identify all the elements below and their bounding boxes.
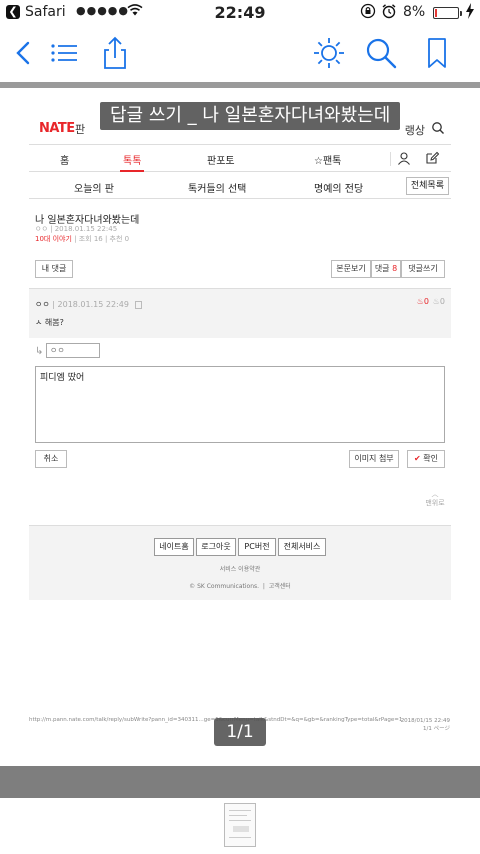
reader-toolbar xyxy=(0,26,480,82)
sub-tab-today[interactable]: 오늘의 판 xyxy=(74,180,114,195)
comment-date: 2018.01.15 22:49 xyxy=(57,300,129,309)
footer-copyright-row: © SK Communications. | 고객센터 xyxy=(189,583,291,590)
post-recommends: 추천 0 xyxy=(109,235,130,243)
all-list-button[interactable]: 전체목록 xyxy=(405,177,449,195)
search-icon[interactable] xyxy=(431,120,445,134)
page-thumbnail[interactable] xyxy=(224,803,256,847)
write-icon[interactable] xyxy=(425,151,440,165)
header-right-link[interactable]: 랭상 xyxy=(405,122,425,138)
active-tab-indicator xyxy=(120,170,144,172)
comments-label: 댓글 xyxy=(374,264,390,273)
comments-button[interactable]: 댓글 8 xyxy=(371,260,401,278)
rotation-lock-icon xyxy=(360,3,376,23)
reply-arrow-icon: ↳ xyxy=(35,346,44,357)
my-comments-button[interactable]: 내 댓글 xyxy=(35,260,73,278)
tab-pannphoto[interactable]: 판포토 xyxy=(207,152,235,167)
comment-author: ㅇㅇ xyxy=(35,300,50,309)
chevron-left-icon[interactable] xyxy=(4,34,42,72)
tab-home[interactable]: 홈 xyxy=(60,152,69,167)
report-icon[interactable] xyxy=(135,300,143,309)
chevron-up-icon: ︿ xyxy=(431,490,439,498)
pdf-title-overlay: 답글 쓰기 _ 나 일본혼자다녀와봤는데 xyxy=(100,102,401,130)
battery-icon xyxy=(433,7,462,19)
page-indicator: 1/1 xyxy=(214,718,266,746)
list-icon[interactable] xyxy=(44,34,82,72)
like-count: 0 xyxy=(423,297,429,306)
print-date-value: 2018/01/15 22:49 xyxy=(400,718,450,724)
search-icon[interactable] xyxy=(362,34,400,72)
cancel-button[interactable]: 취소 xyxy=(35,450,67,468)
divider xyxy=(0,766,480,798)
comment-item: ㅇㅇ | 2018.01.15 22:49 ㅅ 해봄? ♨0 ♨0 xyxy=(29,288,451,338)
comments-count: 8 xyxy=(392,264,398,273)
footer-terms[interactable]: 서비스 이용약관 xyxy=(29,564,451,573)
post-stats: 10대 이야기 | 조회 16 | 추천 0 xyxy=(35,235,130,243)
bookmark-icon[interactable] xyxy=(418,34,456,72)
confirm-button[interactable]: ✔ 확인 xyxy=(407,450,445,468)
footer-support[interactable]: 고객센터 xyxy=(269,583,291,590)
nickname-field[interactable]: ㅇㅇ xyxy=(46,343,100,358)
print-page-of: 1/1 ページ xyxy=(423,726,450,732)
tab-talk[interactable]: 톡톡 xyxy=(123,152,141,167)
reply-textarea[interactable]: 피디엠 땄어 xyxy=(35,366,445,443)
site-footer: 네이트홈 로그아웃 PC버전 전체서비스 서비스 이용약관 © SK Commu… xyxy=(29,525,451,600)
printed-page: NATE 판 랭상 홈 톡톡 판포토 ☆팬톡 오늘의 판 톡커들의 선택 명예의… xyxy=(29,100,451,600)
main-nav: 홈 톡톡 판포토 ☆팬톡 xyxy=(29,144,451,172)
sub-tab-hall-of-fame[interactable]: 명예의 전당 xyxy=(314,180,363,195)
print-date: 2018/01/15 22:49 1/1 ページ xyxy=(401,717,450,733)
dislike-button[interactable]: ♨0 xyxy=(433,297,445,306)
view-original-button[interactable]: 본문보기 xyxy=(331,260,371,278)
alarm-icon xyxy=(381,3,397,23)
post-category[interactable]: 10대 이야기 xyxy=(35,235,72,243)
footer-nate-home[interactable]: 네이트홈 xyxy=(154,538,194,556)
sub-nav: 오늘의 판 톡커들의 선택 명예의 전당 전체목록 xyxy=(29,173,451,199)
footer-logout[interactable]: 로그아웃 xyxy=(196,538,236,556)
tab-fantalk[interactable]: ☆팬톡 xyxy=(314,152,341,167)
share-icon[interactable] xyxy=(96,34,134,72)
confirm-label: 확인 xyxy=(423,454,438,463)
post-author: ㅇㅇ xyxy=(35,225,48,233)
to-top-button[interactable]: ︿ 맨위로 xyxy=(424,490,446,508)
post-meta: ㅇㅇ | 2018.01.15 22:45 xyxy=(35,225,118,233)
sub-tab-choice[interactable]: 톡커들의 선택 xyxy=(188,180,246,195)
pann-logo: 판 xyxy=(75,123,86,136)
battery-level xyxy=(435,9,437,17)
post-views: 조회 16 xyxy=(78,235,103,243)
footer-pc-version[interactable]: PC버전 xyxy=(238,538,276,556)
user-icon[interactable] xyxy=(397,151,411,165)
charging-icon xyxy=(465,3,475,23)
check-icon: ✔ xyxy=(414,454,421,463)
post-date: 2018.01.15 22:45 xyxy=(54,225,118,233)
nate-logo: NATE xyxy=(39,121,75,136)
battery-percent: 8% xyxy=(403,4,426,20)
comment-text: ㅅ 해봄? xyxy=(35,318,64,327)
like-button[interactable]: ♨0 xyxy=(417,297,429,306)
thumbnail-strip xyxy=(0,798,480,854)
footer-all-services[interactable]: 전체서비스 xyxy=(278,538,326,556)
attach-image-button[interactable]: 이미지 첨부 xyxy=(349,450,399,468)
write-comment-button[interactable]: 댓글쓰기 xyxy=(401,260,445,278)
to-top-label: 맨위로 xyxy=(425,499,445,507)
status-bar: ❮ Safari ●●●●● 22:49 8% xyxy=(0,0,480,26)
comment-meta: ㅇㅇ | 2018.01.15 22:49 xyxy=(35,299,143,310)
brightness-icon[interactable] xyxy=(310,34,348,72)
footer-copyright: © SK Communications. xyxy=(189,583,260,590)
dislike-count: 0 xyxy=(439,297,445,306)
